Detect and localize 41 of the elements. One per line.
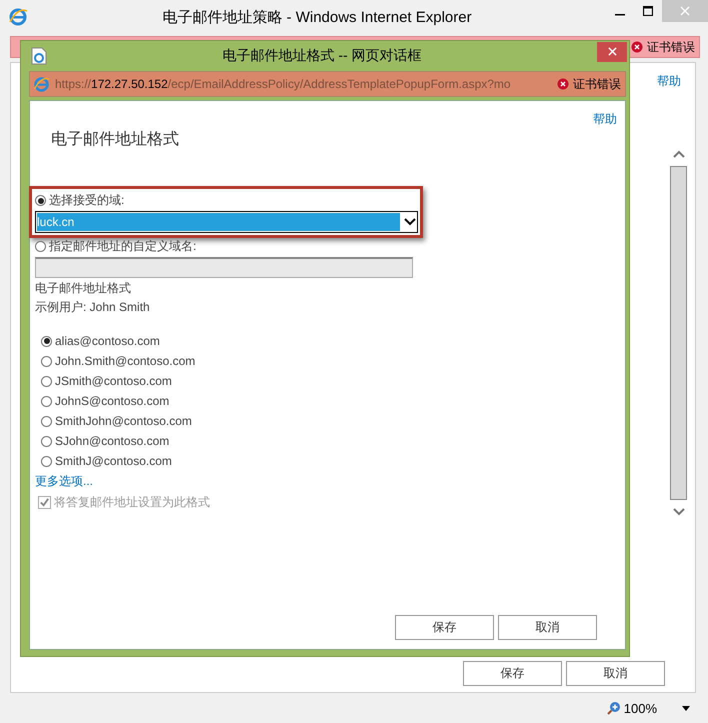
close-button[interactable] bbox=[597, 42, 627, 62]
chevron-down-icon bbox=[404, 218, 416, 226]
radio-option[interactable]: SmithJ@contoso.com bbox=[41, 454, 625, 468]
error-icon bbox=[631, 41, 643, 53]
help-link[interactable]: 帮助 bbox=[657, 73, 681, 90]
scroll-up-icon[interactable] bbox=[672, 150, 684, 158]
radio-option[interactable]: alias@contoso.com bbox=[41, 334, 625, 348]
page-icon bbox=[31, 46, 47, 64]
zoom-icon bbox=[606, 701, 621, 715]
radio-option[interactable]: SJohn@contoso.com bbox=[41, 434, 625, 448]
page-button[interactable]: 取消 bbox=[566, 661, 665, 686]
example-user-text: 示例用户: John Smith bbox=[35, 299, 151, 316]
close-icon bbox=[680, 6, 690, 16]
scrollbar-thumb[interactable] bbox=[670, 166, 687, 500]
radio-option[interactable]: 选择接受的域: bbox=[35, 192, 418, 209]
dialog-heading: 电子邮件地址格式 bbox=[51, 130, 180, 150]
dialog-button[interactable]: 取消 bbox=[498, 615, 597, 640]
certificate-error-button[interactable]: 证书错误 bbox=[631, 38, 699, 56]
window-title: 电子邮件地址策略 - Windows Internet Explorer bbox=[161, 8, 473, 26]
zoom-level[interactable]: 100% bbox=[624, 700, 657, 716]
checkmark-icon bbox=[39, 497, 50, 508]
more-options-link[interactable]: 更多选项... bbox=[35, 473, 625, 490]
section-label: 电子邮件地址格式 bbox=[35, 280, 132, 297]
dropdown-arrow-icon[interactable] bbox=[682, 706, 690, 710]
dialog-button[interactable]: 保存 bbox=[395, 615, 494, 640]
radio-option[interactable]: John.Smith@contoso.com bbox=[41, 354, 625, 368]
close-icon bbox=[608, 47, 616, 56]
browser-icon bbox=[8, 7, 28, 27]
certificate-error-button[interactable]: 证书错误 bbox=[557, 76, 625, 92]
radio-option[interactable]: SmithJohn@contoso.com bbox=[41, 414, 625, 428]
dialog-title: 电子邮件地址格式 -- 网页对话框 bbox=[221, 46, 423, 64]
error-icon bbox=[557, 78, 569, 90]
help-link[interactable]: 帮助 bbox=[593, 111, 617, 128]
browser-icon bbox=[33, 76, 50, 92]
scroll-down-icon[interactable] bbox=[672, 508, 684, 516]
page-button[interactable]: 保存 bbox=[463, 661, 562, 686]
minimize-icon bbox=[615, 14, 625, 16]
url-text: https://172.27.50.152/ecp/EmailAddressPolicy/AddressTemplatePopupForm.aspx?mo bbox=[55, 77, 512, 91]
radio-option[interactable]: JohnS@contoso.com bbox=[41, 394, 625, 408]
radio-option[interactable]: JSmith@contoso.com bbox=[41, 374, 625, 388]
maximize-icon bbox=[643, 6, 653, 16]
